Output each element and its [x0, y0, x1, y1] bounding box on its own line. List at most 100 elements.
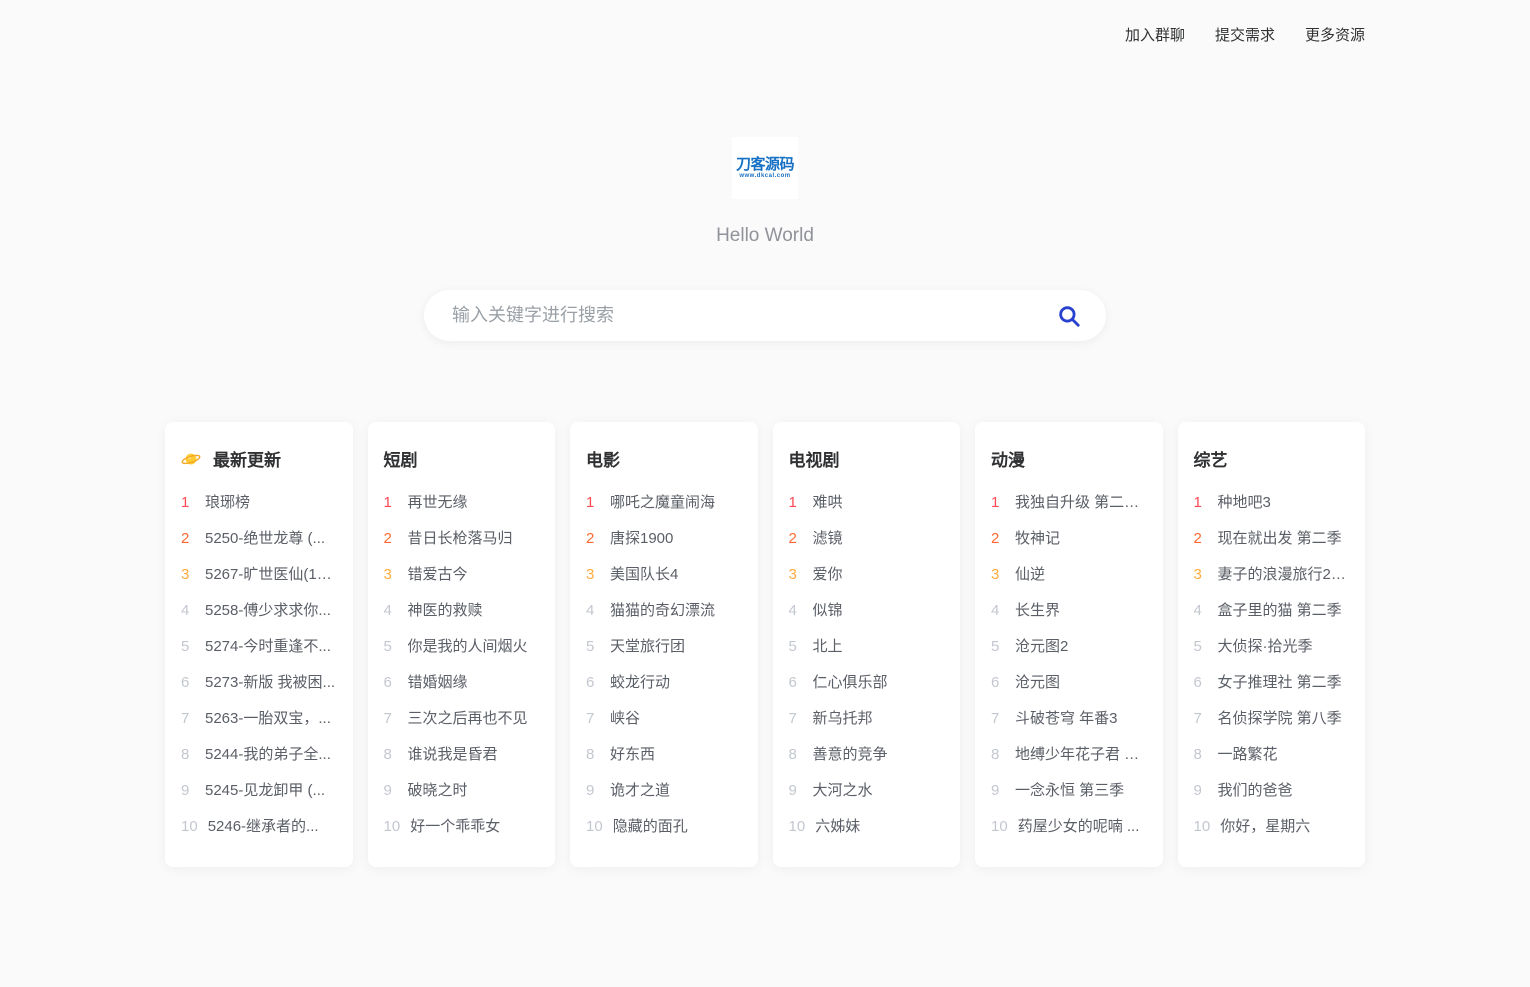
list-item[interactable]: 5 大侦探·拾光季	[1194, 629, 1350, 665]
list-item[interactable]: 2 现在就出发 第二季	[1194, 521, 1350, 557]
rank-number: 10	[383, 818, 401, 835]
list-item[interactable]: 3 妻子的浪漫旅行20...	[1194, 557, 1350, 593]
rank-number: 4	[1193, 602, 1202, 619]
list-item[interactable]: 7 峡谷	[586, 701, 742, 737]
list-item[interactable]: 1 琅琊榜	[181, 485, 337, 521]
card-header: 电影	[586, 446, 742, 471]
list-item[interactable]: 1 再世无缘	[384, 485, 540, 521]
list-item[interactable]: 8 一路繁花	[1194, 737, 1350, 773]
list-item[interactable]: 10 你好，星期六	[1194, 809, 1350, 845]
list-item[interactable]: 5 5274-今时重逢不...	[181, 629, 337, 665]
list-item[interactable]: 2 昔日长枪落马归	[384, 521, 540, 557]
list-item[interactable]: 3 爱你	[789, 557, 945, 593]
item-title: 一路繁花	[1217, 746, 1278, 763]
list-item[interactable]: 10 六姊妹	[789, 809, 945, 845]
list-item[interactable]: 6 女子推理社 第二季	[1194, 665, 1350, 701]
list-item[interactable]: 4 猫猫的奇幻漂流	[586, 593, 742, 629]
list-item[interactable]: 9 一念永恒 第三季	[991, 773, 1147, 809]
search-input[interactable]	[424, 290, 1106, 341]
list-item[interactable]: 1 我独自升级 第二季...	[991, 485, 1147, 521]
list-item[interactable]: 4 似锦	[789, 593, 945, 629]
list-item[interactable]: 6 错婚姻缘	[384, 665, 540, 701]
list-item[interactable]: 7 新乌托邦	[789, 701, 945, 737]
search-button[interactable]	[1054, 301, 1084, 331]
list-item[interactable]: 3 错爱古今	[384, 557, 540, 593]
list-item[interactable]: 8 谁说我是昏君	[384, 737, 540, 773]
greeting-text: Hello World	[716, 225, 814, 246]
list-item[interactable]: 4 神医的救赎	[384, 593, 540, 629]
list-item[interactable]: 3 美国队长4	[586, 557, 742, 593]
list-item[interactable]: 1 种地吧3	[1194, 485, 1350, 521]
list-item[interactable]: 5 沧元图2	[991, 629, 1147, 665]
rank-number: 1	[383, 494, 392, 511]
rank-number: 8	[586, 746, 595, 763]
item-title: 现在就出发 第二季	[1217, 530, 1342, 547]
rank-number: 5	[788, 638, 797, 655]
list-item[interactable]: 4 5258-傅少求求你...	[181, 593, 337, 629]
card-header: 动漫	[991, 446, 1147, 471]
list-item[interactable]: 1 哪吒之魔童闹海	[586, 485, 742, 521]
list-item[interactable]: 5 你是我的人间烟火	[384, 629, 540, 665]
nav-link-more-resources[interactable]: 更多资源	[1305, 24, 1365, 45]
list-item[interactable]: 1 难哄	[789, 485, 945, 521]
rank-number: 3	[1193, 566, 1202, 583]
list-item[interactable]: 2 滤镜	[789, 521, 945, 557]
list-item[interactable]: 10 好一个乖乖女	[384, 809, 540, 845]
list-item[interactable]: 7 三次之后再也不见	[384, 701, 540, 737]
list-item[interactable]: 3 仙逆	[991, 557, 1147, 593]
list-item[interactable]: 6 5273-新版 我被困...	[181, 665, 337, 701]
list-item[interactable]: 10 5246-继承者的...	[181, 809, 337, 845]
list-item[interactable]: 2 唐探1900	[586, 521, 742, 557]
rank-number: 3	[991, 566, 1000, 583]
list-item[interactable]: 7 5263-一胎双宝，...	[181, 701, 337, 737]
item-title: 破晓之时	[407, 782, 468, 799]
list-item[interactable]: 8 善意的竞争	[789, 737, 945, 773]
list-item[interactable]: 9 破晓之时	[384, 773, 540, 809]
logo-title: 刀客源码	[735, 155, 795, 173]
list-item[interactable]: 9 大河之水	[789, 773, 945, 809]
card-title: 电影	[586, 451, 620, 470]
rank-number: 6	[991, 674, 1000, 691]
list-item[interactable]: 4 盒子里的猫 第二季	[1194, 593, 1350, 629]
card-header: 最新更新	[181, 446, 337, 471]
nav-link-submit-request[interactable]: 提交需求	[1215, 24, 1275, 45]
rank-number: 3	[383, 566, 392, 583]
list-item[interactable]: 5 北上	[789, 629, 945, 665]
list-item[interactable]: 6 沧元图	[991, 665, 1147, 701]
card-header: 综艺	[1194, 446, 1350, 471]
list-item[interactable]: 9 5245-见龙卸甲 (...	[181, 773, 337, 809]
list-item[interactable]: 10 药屋少女的呢喃 ...	[991, 809, 1147, 845]
rank-number: 7	[586, 710, 595, 727]
rank-card: 最新更新 1 琅琊榜 2 5250-绝世龙尊 (... 3 5267-旷世医仙(…	[165, 422, 353, 867]
list-item[interactable]: 10 隐藏的面孔	[586, 809, 742, 845]
list-item[interactable]: 2 牧神记	[991, 521, 1147, 557]
item-title: 难哄	[812, 494, 843, 511]
rank-number: 4	[383, 602, 392, 619]
list-item[interactable]: 2 5250-绝世龙尊 (...	[181, 521, 337, 557]
list-item[interactable]: 5 天堂旅行团	[586, 629, 742, 665]
item-title: 沧元图	[1015, 674, 1061, 691]
list-item[interactable]: 7 名侦探学院 第八季	[1194, 701, 1350, 737]
list-item[interactable]: 8 好东西	[586, 737, 742, 773]
rank-number: 6	[586, 674, 595, 691]
planet-icon	[181, 449, 201, 469]
list-item[interactable]: 7 斗破苍穹 年番3	[991, 701, 1147, 737]
list-item[interactable]: 6 仁心俱乐部	[789, 665, 945, 701]
rank-list: 1 琅琊榜 2 5250-绝世龙尊 (... 3 5267-旷世医仙(10...…	[181, 485, 337, 845]
item-title: 5245-见龙卸甲 (...	[205, 782, 326, 799]
nav-link-join-group[interactable]: 加入群聊	[1125, 24, 1185, 45]
list-item[interactable]: 6 蛟龙行动	[586, 665, 742, 701]
item-title: 仁心俱乐部	[812, 674, 888, 691]
top-nav: 加入群聊 提交需求 更多资源	[165, 0, 1365, 45]
list-item[interactable]: 8 地缚少年花子君 第...	[991, 737, 1147, 773]
rank-number: 6	[181, 674, 190, 691]
list-item[interactable]: 3 5267-旷世医仙(10...	[181, 557, 337, 593]
rank-card: 动漫 1 我独自升级 第二季... 2 牧神记 3 仙逆 4 长生界 5 沧元图…	[975, 422, 1163, 867]
item-title: 蛟龙行动	[610, 674, 671, 691]
card-header: 电视剧	[789, 446, 945, 471]
list-item[interactable]: 4 长生界	[991, 593, 1147, 629]
list-item[interactable]: 9 诡才之道	[586, 773, 742, 809]
list-item[interactable]: 8 5244-我的弟子全...	[181, 737, 337, 773]
item-title: 六姊妹	[815, 818, 861, 835]
list-item[interactable]: 9 我们的爸爸	[1194, 773, 1350, 809]
